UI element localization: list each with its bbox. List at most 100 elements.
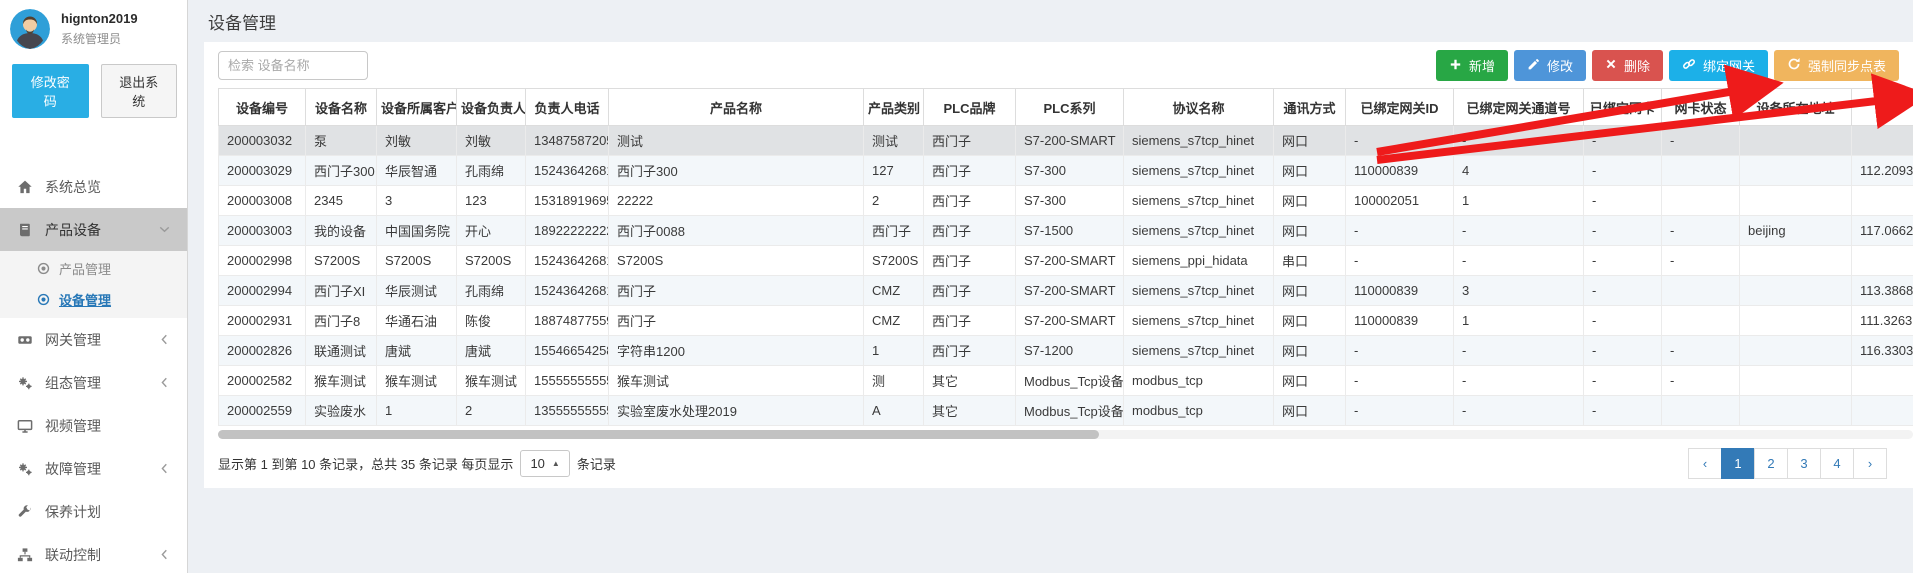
logout-button[interactable]: 退出系统 <box>101 64 178 118</box>
table-cell: siemens_s7tcp_hinet <box>1124 336 1274 366</box>
page-size-dropdown[interactable]: 10 ▲ <box>520 450 569 477</box>
table-cell: 网口 <box>1274 156 1346 186</box>
refresh-icon <box>1787 57 1801 74</box>
table-cell: S7-200-SMART <box>1016 246 1124 276</box>
table-cell: 110000839 <box>1346 276 1454 306</box>
page-next-button[interactable]: › <box>1853 448 1887 479</box>
table-row[interactable]: 200002559实验废水1213555555555实验室废水处理2019A其它… <box>219 396 1913 426</box>
table-cell: S7-300 <box>1016 186 1124 216</box>
table-row[interactable]: 200003032泵刘敏刘敏13487587205测试测试西门子S7-200-S… <box>219 126 1913 156</box>
force-sync-button[interactable]: 强制同步点表 <box>1774 50 1899 81</box>
table-cell: 200003003 <box>219 216 306 246</box>
column-header[interactable]: PLC系列 <box>1016 89 1124 126</box>
column-header[interactable]: 产品名称 <box>609 89 864 126</box>
column-header[interactable]: 负责人电话 <box>526 89 609 126</box>
table-cell: 网口 <box>1274 366 1346 396</box>
page-number-button[interactable]: 3 <box>1787 448 1821 479</box>
sidebar-item[interactable]: 产品设备 <box>0 208 187 251</box>
column-header[interactable]: 已绑定网卡 <box>1584 89 1662 126</box>
bind-gateway-button[interactable]: 绑定网关 <box>1669 50 1768 81</box>
table-cell: - <box>1584 216 1662 246</box>
table-row[interactable]: 200002994西门子XI华辰测试孔雨绵15243642681西门子CMZ西门… <box>219 276 1913 306</box>
sidebar-item[interactable]: 联动控制 <box>0 533 187 573</box>
record-summary-suffix: 条记录 <box>577 454 616 473</box>
table-cell <box>1852 126 1913 156</box>
table-cell <box>1740 336 1852 366</box>
sidebar-item-label: 联动控制 <box>45 545 158 565</box>
table-cell: - <box>1346 216 1454 246</box>
sidebar-subitem[interactable]: 设备管理 <box>0 284 187 315</box>
table-row[interactable]: 200002582猴车测试猴车测试猴车测试15555555555猴车测试测其它M… <box>219 366 1913 396</box>
sidebar-subitem-label: 设备管理 <box>59 290 187 309</box>
table-cell: 华辰测试 <box>377 276 457 306</box>
column-header[interactable]: 产品类别 <box>864 89 924 126</box>
table-cell: - <box>1584 246 1662 276</box>
column-header[interactable]: 协议名称 <box>1124 89 1274 126</box>
table-cell: - <box>1346 336 1454 366</box>
table-row[interactable]: 200002826联通测试唐斌唐斌15546654258字符串12001西门子S… <box>219 336 1913 366</box>
sidebar-item[interactable]: 保养计划 <box>0 490 187 533</box>
table-cell: 3 <box>377 186 457 216</box>
sidebar-item[interactable]: 视频管理 <box>0 404 187 447</box>
table-cell: S7-1500 <box>1016 216 1124 246</box>
table-row[interactable]: 200003029西门子300华辰智通孔雨绵15243642681西门子3001… <box>219 156 1913 186</box>
table-cell: S7200S <box>306 246 377 276</box>
sidebar-item[interactable]: 网关管理 <box>0 318 187 361</box>
table-cell: 22222 <box>609 186 864 216</box>
table-cell: 测 <box>864 366 924 396</box>
table-cell: Modbus_Tcp设备 <box>1016 366 1124 396</box>
column-header[interactable]: 已绑定网关ID <box>1346 89 1454 126</box>
page-prev-button[interactable]: ‹ <box>1688 448 1722 479</box>
column-header[interactable]: 经度 <box>1852 89 1913 126</box>
column-header[interactable]: 设备所属客户 <box>377 89 457 126</box>
table-row[interactable]: 2000030082345312315318919695222222西门子S7-… <box>219 186 1913 216</box>
table-cell: 200002994 <box>219 276 306 306</box>
table-cell: 15243642681 <box>526 246 609 276</box>
change-password-button[interactable]: 修改密码 <box>12 64 89 118</box>
table-cell: S7200S <box>457 246 526 276</box>
table-cell: S7-200-SMART <box>1016 276 1124 306</box>
page-number-button[interactable]: 2 <box>1754 448 1788 479</box>
column-header[interactable]: 网卡状态 <box>1662 89 1740 126</box>
table-cell: 西门子 <box>924 126 1016 156</box>
table-cell <box>1662 156 1740 186</box>
table-cell: 2 <box>457 396 526 426</box>
sidebar-subitem[interactable]: 产品管理 <box>0 253 187 284</box>
table-cell: - <box>1584 276 1662 306</box>
column-header[interactable]: 设备负责人 <box>457 89 526 126</box>
edit-button[interactable]: 修改 <box>1514 50 1586 81</box>
column-header[interactable]: 设备所在地址 <box>1740 89 1852 126</box>
table-cell: 123 <box>457 186 526 216</box>
horizontal-scrollbar-thumb[interactable] <box>218 430 1099 439</box>
sidebar-item[interactable]: 故障管理 <box>0 447 187 490</box>
page-number-button[interactable]: 4 <box>1820 448 1854 479</box>
table-row[interactable]: 200002931西门子8华通石油陈俊18874877559西门子CMZ西门子S… <box>219 306 1913 336</box>
column-header[interactable]: 设备编号 <box>219 89 306 126</box>
column-header[interactable]: 设备名称 <box>306 89 377 126</box>
table-row[interactable]: 200003003我的设备中国国务院开心18922222222西门子0088西门… <box>219 216 1913 246</box>
delete-button[interactable]: 删除 <box>1592 50 1663 81</box>
table-cell: 陈俊 <box>457 306 526 336</box>
table-cell: 2 <box>864 186 924 216</box>
table-row[interactable]: 200002998S7200SS7200SS7200S15243642681S7… <box>219 246 1913 276</box>
table-cell: 15243642681 <box>526 276 609 306</box>
sidebar-item-label: 网关管理 <box>45 330 158 350</box>
table-cell: 网口 <box>1274 216 1346 246</box>
search-input[interactable] <box>218 51 368 80</box>
add-button[interactable]: 新增 <box>1436 50 1508 81</box>
sidebar-item[interactable]: 系统总览 <box>0 165 187 208</box>
table-cell: 13487587205 <box>526 126 609 156</box>
table-cell: 15243642681 <box>526 156 609 186</box>
gears-icon <box>17 461 35 477</box>
table-cell: 西门子300 <box>306 156 377 186</box>
sidebar-item[interactable]: 组态管理 <box>0 361 187 404</box>
column-header[interactable]: PLC品牌 <box>924 89 1016 126</box>
column-header[interactable]: 通讯方式 <box>1274 89 1346 126</box>
column-header[interactable]: 已绑定网关通道号 <box>1454 89 1584 126</box>
table-cell: S7200S <box>377 246 457 276</box>
table-cell: 200003008 <box>219 186 306 216</box>
page-number-button[interactable]: 1 <box>1721 448 1755 479</box>
table-cell <box>1852 396 1913 426</box>
table-cell: 15546654258 <box>526 336 609 366</box>
sidebar-menu: 系统总览产品设备产品管理设备管理网关管理组态管理视频管理故障管理保养计划联动控制… <box>0 165 187 573</box>
